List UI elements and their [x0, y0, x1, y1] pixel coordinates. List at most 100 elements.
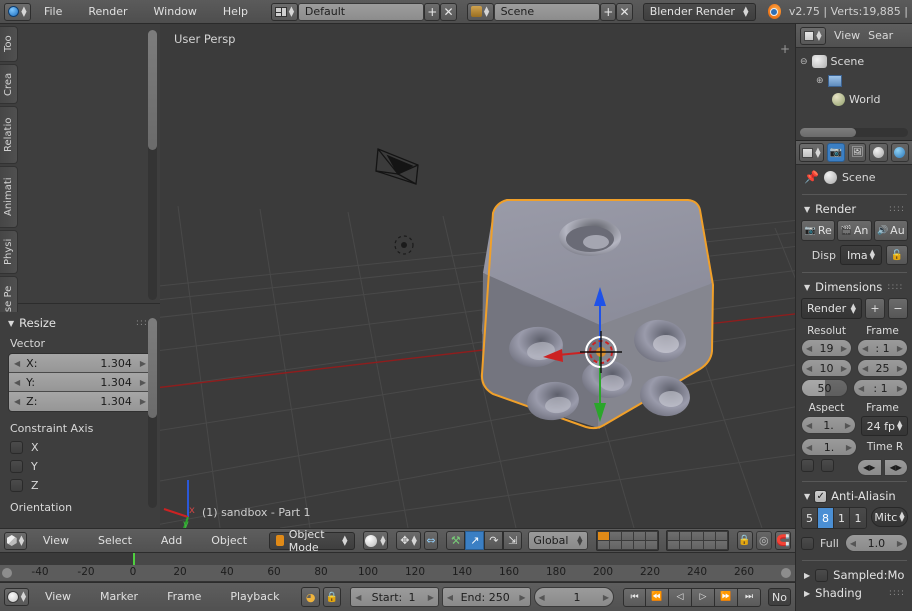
timeline-menu-frame[interactable]: Frame: [154, 588, 214, 606]
add-screen-layout-button[interactable]: +: [424, 2, 441, 21]
timeline-menu-view[interactable]: View: [32, 588, 84, 606]
tool-tab-animation[interactable]: Animati: [0, 166, 18, 228]
aa-filter-select[interactable]: Mitc ▲ ▼: [871, 507, 908, 527]
properties-tab-scene[interactable]: [869, 143, 888, 162]
aspect-y-field[interactable]: ◀ 1. ▶: [801, 438, 857, 456]
editor-type-info-icon[interactable]: ▲ ▼: [4, 2, 31, 21]
tool-shelf-scrollbar[interactable]: [148, 30, 157, 300]
pin-icon[interactable]: 📌: [804, 170, 819, 184]
viewport-shading-select[interactable]: ▲ ▼: [362, 531, 389, 550]
antialiasing-checkbox[interactable]: ✓: [814, 489, 828, 503]
menu-window[interactable]: Window: [141, 3, 210, 21]
editor-type-properties-icon[interactable]: ▲ ▼: [799, 143, 824, 162]
start-frame-field[interactable]: ◀ Start: 1 ▶: [350, 587, 439, 607]
sampled-motion-checkbox[interactable]: [815, 568, 829, 582]
render-preset-select[interactable]: Render ▲ ▼: [801, 298, 862, 319]
timeline-strip[interactable]: [0, 553, 795, 565]
tool-panel-scrollbar[interactable]: [148, 318, 157, 508]
outliner-row-objects[interactable]: ⊕: [796, 71, 912, 90]
end-frame-field[interactable]: ◀ End: 250 ▶: [441, 587, 531, 607]
scrollbar-handle-right[interactable]: [781, 568, 791, 578]
outliner-tree[interactable]: ⊖ Scene ⊕ World: [796, 48, 912, 140]
render-engine-select[interactable]: Blender Render ▲ ▼: [642, 2, 756, 21]
interaction-mode-select[interactable]: Object Mode ▲ ▼: [269, 528, 355, 554]
add-preset-button[interactable]: +: [865, 298, 885, 319]
timeline-ruler[interactable]: -40 -20 0 20 40 60 80 100 120 140 160 18…: [0, 565, 795, 582]
timeline-menu-playback[interactable]: Playback: [217, 588, 292, 606]
rotate-manipulator-button[interactable]: ↷: [484, 531, 504, 550]
next-keyframe-button[interactable]: ⏩: [715, 587, 739, 607]
screen-layout-select[interactable]: Default: [297, 2, 425, 21]
outliner-row-scene[interactable]: ⊖ Scene: [796, 52, 912, 71]
aa-sample-16-button[interactable]: 1: [850, 508, 866, 528]
time-remap-new-field[interactable]: ◀▶: [883, 459, 908, 476]
tool-tab-physics[interactable]: Physi: [0, 230, 18, 274]
sync-mode-select[interactable]: No: [768, 588, 791, 606]
render-panel-header[interactable]: ▼ Render ::::: [796, 200, 912, 218]
border-checkbox[interactable]: [801, 459, 814, 472]
snap-toggle-button[interactable]: 🧲: [774, 531, 791, 550]
time-remap-old-field[interactable]: ◀▶: [857, 459, 882, 476]
antialiasing-panel-header[interactable]: ▼ ✓ Anti-Aliasin: [796, 487, 912, 505]
properties-tab-render[interactable]: 📷: [826, 143, 846, 162]
frame-step-field[interactable]: ◀ : 1 ▶: [853, 379, 908, 397]
transform-orientation-select[interactable]: Global ▲ ▼: [528, 531, 588, 550]
shading-panel-header[interactable]: ▶ Shading ::::: [796, 584, 912, 602]
scene-select[interactable]: Scene: [493, 2, 601, 21]
expand-icon[interactable]: ⊕: [816, 76, 824, 86]
aa-sample-5-button[interactable]: 5: [802, 508, 818, 528]
constraint-x-row[interactable]: X: [0, 438, 160, 457]
render-image-button[interactable]: 📷 Re: [801, 220, 836, 241]
viewport-menu-view[interactable]: View: [30, 532, 82, 550]
play-reverse-button[interactable]: ◁: [669, 587, 693, 607]
checkbox-icon[interactable]: [10, 441, 23, 454]
outliner-horizontal-scrollbar[interactable]: [800, 128, 908, 137]
scene-layers-grid-2[interactable]: [665, 530, 729, 551]
checkbox-icon[interactable]: [10, 479, 23, 492]
checkbox-icon[interactable]: [10, 460, 23, 473]
lock-interface-button[interactable]: 🔓: [886, 245, 908, 265]
jump-to-start-button[interactable]: ⏮: [623, 587, 647, 607]
frame-end-field[interactable]: ◀ 25 ▶: [857, 359, 908, 377]
vector-field-z[interactable]: ◀ Z: 1.304 ▶: [9, 392, 151, 411]
vector-field-x[interactable]: ◀ X: 1.304 ▶: [9, 354, 151, 373]
editor-type-outliner-icon[interactable]: ▲ ▼: [800, 26, 826, 45]
lock-time-button[interactable]: 🔒: [322, 587, 342, 607]
aa-sample-11-button[interactable]: 1: [834, 508, 850, 528]
tool-tab-tools[interactable]: Too: [0, 26, 18, 62]
timeline-menu-marker[interactable]: Marker: [87, 588, 151, 606]
translate-manipulator-button[interactable]: ↗: [465, 531, 485, 550]
constraint-z-row[interactable]: Z: [0, 476, 160, 495]
menu-help[interactable]: Help: [210, 3, 261, 21]
display-mode-select[interactable]: Ima ▲ ▼: [840, 245, 882, 265]
toolbar-expand-icon[interactable]: +: [780, 42, 790, 56]
delete-scene-button[interactable]: ✕: [616, 2, 633, 21]
resolution-y-field[interactable]: ◀ 10 ▶: [801, 359, 852, 377]
playhead[interactable]: [133, 553, 135, 565]
menu-file[interactable]: File: [31, 3, 75, 21]
current-frame-field[interactable]: ◀ 1 ▶: [533, 587, 615, 607]
3d-viewport[interactable]: User Persp (1) sandbox - Part 1 + x y: [160, 24, 795, 528]
aspect-x-field[interactable]: ◀ 1. ▶: [801, 416, 856, 434]
outliner-menu-view[interactable]: View: [834, 29, 860, 42]
viewport-menu-select[interactable]: Select: [85, 532, 145, 550]
scene-layers-grid-1[interactable]: [595, 530, 659, 551]
add-scene-button[interactable]: +: [600, 2, 617, 21]
properties-tab-world[interactable]: [890, 143, 910, 162]
previous-keyframe-button[interactable]: ⏪: [646, 587, 670, 607]
resolution-x-field[interactable]: ◀ 19 ▶: [801, 339, 852, 357]
delete-screen-layout-button[interactable]: ✕: [440, 2, 457, 21]
render-animation-button[interactable]: 🎬 An: [837, 220, 872, 241]
tool-tab-create[interactable]: Crea: [0, 64, 18, 104]
jump-to-end-button[interactable]: ⏭: [738, 587, 762, 607]
dimensions-panel-header[interactable]: ▼ Dimensions ::::: [796, 278, 912, 296]
use-markers-button[interactable]: ◕: [301, 587, 320, 607]
outliner-menu-search[interactable]: Sear: [868, 29, 893, 42]
resize-panel-header[interactable]: ▼ Resize ::::: [0, 312, 160, 334]
crop-checkbox[interactable]: [821, 459, 834, 472]
play-button[interactable]: ▷: [692, 587, 716, 607]
render-audio-button[interactable]: 🔊 Au: [873, 220, 908, 241]
lock-layers-button[interactable]: 🔒: [736, 531, 753, 550]
full-sample-checkbox[interactable]: [801, 536, 814, 550]
proportional-edit-button[interactable]: ◎: [755, 531, 772, 550]
